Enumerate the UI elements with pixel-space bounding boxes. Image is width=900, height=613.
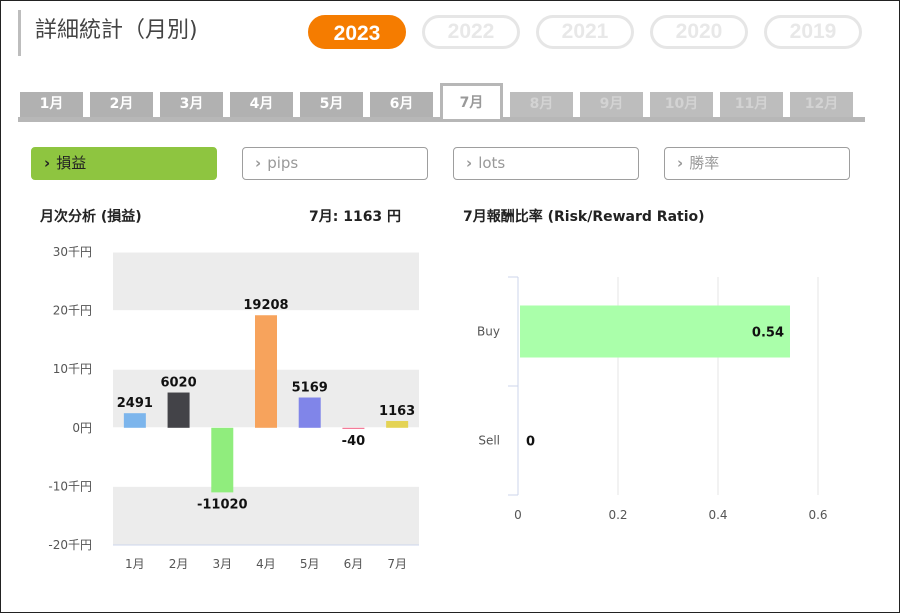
monthly-summary: 7月: 1163 円 bbox=[309, 209, 402, 225]
month-tab[interactable]: 3月 bbox=[160, 92, 223, 117]
risk-reward-chart-title: 7月報酬比率 (Risk/Reward Ratio) bbox=[463, 209, 705, 225]
chevron-right-icon: › bbox=[466, 154, 473, 172]
month-tabs: 1月 2月 3月 4月 5月 6月 7月 8月 9月 10月 11月 12月 bbox=[20, 83, 865, 122]
risk-reward-chart: 0 0.2 0.4 0.6 Buy 0.54 Sell 0 bbox=[477, 276, 828, 522]
data-label: -11020 bbox=[197, 497, 248, 512]
bar bbox=[211, 427, 234, 493]
year-button-2021[interactable]: 2021 bbox=[536, 15, 634, 49]
month-tab[interactable]: 2月 bbox=[90, 92, 153, 117]
monthly-chart-title: 月次分析 (損益) bbox=[40, 209, 142, 225]
bar bbox=[167, 392, 190, 428]
category-label: 損益 bbox=[56, 154, 87, 172]
y-tick-label: 0円 bbox=[72, 421, 92, 435]
monthly-profit-chart: 30千円 20千円 10千円 0円 -10千円 -20千円 2491 1月 6020 2月 -110… bbox=[48, 245, 419, 571]
year-button-2023[interactable]: 2023 bbox=[308, 15, 406, 49]
month-tab[interactable]: 6月 bbox=[370, 92, 433, 117]
bar bbox=[342, 427, 365, 429]
y-tick-label: Sell bbox=[478, 434, 500, 448]
x-tick-label: 1月 bbox=[125, 557, 145, 571]
month-tab[interactable]: 10月 bbox=[650, 92, 713, 117]
year-button-2022[interactable]: 2022 bbox=[422, 15, 520, 49]
y-tick-label: -20千円 bbox=[48, 538, 92, 552]
month-tab[interactable]: 4月 bbox=[230, 92, 293, 117]
month-tab[interactable]: 7月 bbox=[440, 83, 503, 119]
category-button-pips[interactable]: › pips bbox=[242, 147, 428, 180]
bar bbox=[255, 315, 277, 428]
data-label: 2491 bbox=[117, 396, 153, 411]
month-tab[interactable]: 5月 bbox=[300, 92, 363, 117]
x-tick-label: 4月 bbox=[256, 557, 276, 571]
category-label: lots bbox=[478, 154, 506, 172]
month-tab[interactable]: 11月 bbox=[720, 92, 783, 117]
chevron-right-icon: › bbox=[255, 154, 262, 172]
data-label: 6020 bbox=[160, 376, 196, 391]
x-tick-label: 0.2 bbox=[608, 508, 627, 522]
chevron-right-icon: › bbox=[44, 154, 51, 172]
page-title: 詳細統計（月別) bbox=[18, 10, 198, 56]
category-button-profit[interactable]: › 損益 bbox=[31, 147, 217, 180]
data-label: 0 bbox=[526, 435, 535, 450]
y-tick-label: 30千円 bbox=[53, 245, 92, 259]
x-tick-label: 2月 bbox=[169, 557, 189, 571]
x-tick-label: 7月 bbox=[387, 557, 407, 571]
year-button-2020[interactable]: 2020 bbox=[650, 15, 748, 49]
x-tick-label: 5月 bbox=[300, 557, 320, 571]
data-label: 5169 bbox=[292, 381, 328, 396]
x-tick-label: 6月 bbox=[344, 557, 364, 571]
x-tick-label: 0.4 bbox=[708, 508, 727, 522]
bar bbox=[298, 397, 321, 428]
year-button-2019[interactable]: 2019 bbox=[764, 15, 862, 49]
data-label: 19208 bbox=[243, 298, 288, 313]
y-tick-label: -10千円 bbox=[48, 479, 92, 493]
category-label: 勝率 bbox=[689, 154, 720, 172]
category-button-win-rate[interactable]: › 勝率 bbox=[664, 147, 850, 180]
month-tab[interactable]: 8月 bbox=[510, 92, 573, 117]
y-tick-label: Buy bbox=[477, 325, 500, 339]
x-tick-label: 0 bbox=[514, 508, 522, 522]
chart-band bbox=[113, 486, 419, 545]
x-tick-label: 3月 bbox=[212, 557, 232, 571]
y-tick-label: 10千円 bbox=[53, 362, 92, 376]
data-label: 1163 bbox=[379, 404, 415, 419]
bar bbox=[123, 413, 146, 428]
bar bbox=[520, 305, 790, 358]
data-label: 0.54 bbox=[752, 326, 784, 341]
bar bbox=[386, 420, 409, 428]
month-tab[interactable]: 9月 bbox=[580, 92, 643, 117]
month-tab[interactable]: 12月 bbox=[790, 92, 853, 117]
y-tick-label: 20千円 bbox=[53, 304, 92, 318]
category-button-lots[interactable]: › lots bbox=[453, 147, 639, 180]
chevron-right-icon: › bbox=[677, 154, 684, 172]
month-tab[interactable]: 1月 bbox=[20, 92, 83, 117]
category-label: pips bbox=[267, 154, 299, 172]
data-label: -40 bbox=[342, 434, 366, 449]
x-tick-label: 0.6 bbox=[808, 508, 827, 522]
